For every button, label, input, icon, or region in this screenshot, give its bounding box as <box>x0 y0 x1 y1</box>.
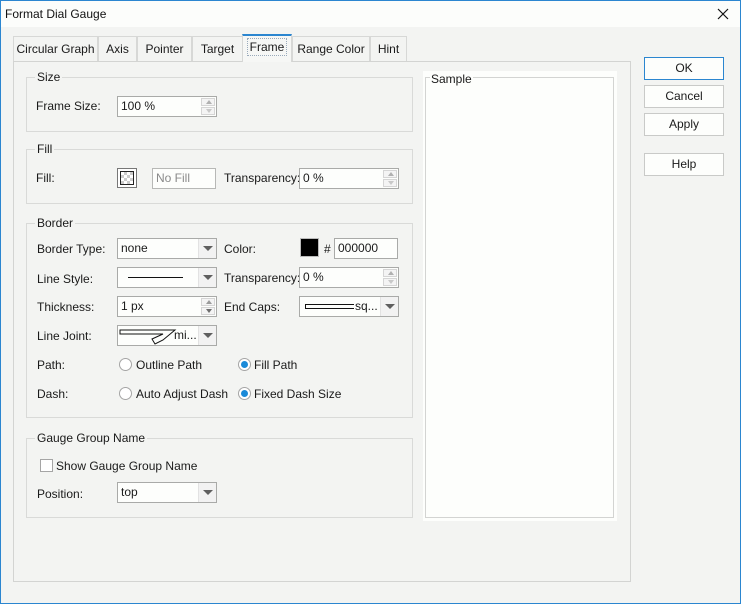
spin-up-icon[interactable] <box>383 269 397 277</box>
fill-picker-button[interactable] <box>117 168 137 188</box>
thickness-stepper[interactable] <box>201 298 215 315</box>
position-label: Position: <box>37 487 84 501</box>
miter-joint-icon <box>119 329 177 345</box>
color-swatch-button[interactable] <box>300 238 319 257</box>
frame-size-label: Frame Size: <box>36 99 101 113</box>
tab-pointer[interactable]: Pointer <box>137 36 192 62</box>
chevron-down-icon[interactable] <box>380 297 398 316</box>
apply-button[interactable]: Apply <box>644 113 724 136</box>
spin-down-icon[interactable] <box>201 307 215 315</box>
sample-frame <box>425 77 614 518</box>
show-gauge-group-name-label[interactable]: Show Gauge Group Name <box>56 459 197 473</box>
fill-path-label[interactable]: Fill Path <box>254 358 297 372</box>
close-button[interactable] <box>706 1 740 27</box>
frame-size-input[interactable]: 100 % <box>117 96 217 117</box>
gauge-group-name-group: Gauge Group Name <box>26 431 413 518</box>
sample-preview: Sample <box>423 71 617 521</box>
line-style-select[interactable] <box>117 267 217 288</box>
auto-adjust-dash-label[interactable]: Auto Adjust Dash <box>136 387 228 401</box>
solid-line-icon <box>128 277 183 278</box>
end-caps-label: End Caps: <box>224 300 281 314</box>
border-transparency-label: Transparency: <box>224 271 301 285</box>
transparent-pattern-icon <box>120 171 134 185</box>
thickness-input[interactable]: 1 px <box>117 296 217 317</box>
help-button[interactable]: Help <box>644 153 724 176</box>
fill-path-radio[interactable] <box>238 358 251 371</box>
chevron-down-icon[interactable] <box>198 268 216 287</box>
fill-transparency-input[interactable]: 0 % <box>299 168 399 189</box>
color-hash-label: # <box>324 242 331 256</box>
border-type-label: Border Type: <box>37 242 106 256</box>
sample-title: Sample <box>430 72 473 86</box>
fill-value-field: No Fill <box>152 168 216 189</box>
tab-axis[interactable]: Axis <box>98 36 137 62</box>
end-caps-select[interactable]: sq... <box>299 296 399 317</box>
color-label: Color: <box>224 242 257 256</box>
dash-label: Dash: <box>37 387 69 401</box>
tab-hint[interactable]: Hint <box>370 36 407 62</box>
border-group-title: Border <box>35 216 76 230</box>
tab-range-color[interactable]: Range Color <box>292 36 370 62</box>
thickness-label: Thickness: <box>37 300 95 314</box>
fill-transparency-stepper[interactable] <box>383 170 397 187</box>
title-bar: Format Dial Gauge <box>1 1 740 27</box>
spin-down-icon[interactable] <box>383 179 397 187</box>
frame-size-stepper[interactable] <box>201 98 215 115</box>
show-gauge-group-name-checkbox[interactable] <box>40 459 53 472</box>
tab-frame[interactable]: Frame <box>242 34 292 62</box>
line-style-label: Line Style: <box>37 272 94 286</box>
tab-target[interactable]: Target <box>192 36 243 62</box>
fill-label: Fill: <box>36 171 55 185</box>
chevron-down-icon[interactable] <box>198 326 216 345</box>
fixed-dash-size-label[interactable]: Fixed Dash Size <box>254 387 341 401</box>
spin-up-icon[interactable] <box>201 298 215 306</box>
tab-circular-graph[interactable]: Circular Graph <box>13 36 98 62</box>
format-dial-gauge-dialog: Format Dial Gauge Circular Graph Axis Po… <box>0 0 741 604</box>
size-group-title: Size <box>35 70 63 84</box>
position-select[interactable]: top <box>117 482 217 503</box>
fixed-dash-size-radio[interactable] <box>238 387 251 400</box>
spin-up-icon[interactable] <box>201 98 215 106</box>
fill-transparency-label: Transparency: <box>224 171 301 185</box>
auto-adjust-dash-radio[interactable] <box>119 387 132 400</box>
outline-path-label[interactable]: Outline Path <box>136 358 202 372</box>
spin-down-icon[interactable] <box>201 107 215 115</box>
border-transparency-input[interactable]: 0 % <box>299 267 399 288</box>
outline-path-radio[interactable] <box>119 358 132 371</box>
spin-up-icon[interactable] <box>383 170 397 178</box>
chevron-down-icon[interactable] <box>198 239 216 258</box>
cancel-button[interactable]: Cancel <box>644 85 724 108</box>
close-icon <box>717 8 729 20</box>
color-hex-input[interactable]: 000000 <box>334 238 398 259</box>
fill-group-title: Fill <box>35 142 55 156</box>
border-type-select[interactable]: none <box>117 238 217 259</box>
border-transparency-stepper[interactable] <box>383 269 397 286</box>
ok-button[interactable]: OK <box>644 57 724 80</box>
line-joint-label: Line Joint: <box>37 329 92 343</box>
gauge-group-name-title: Gauge Group Name <box>35 431 148 445</box>
path-label: Path: <box>37 358 66 372</box>
spin-down-icon[interactable] <box>383 278 397 286</box>
line-joint-select[interactable]: mi... <box>117 325 217 346</box>
window-title: Format Dial Gauge <box>5 7 107 21</box>
square-cap-icon <box>305 304 354 309</box>
chevron-down-icon[interactable] <box>198 483 216 502</box>
